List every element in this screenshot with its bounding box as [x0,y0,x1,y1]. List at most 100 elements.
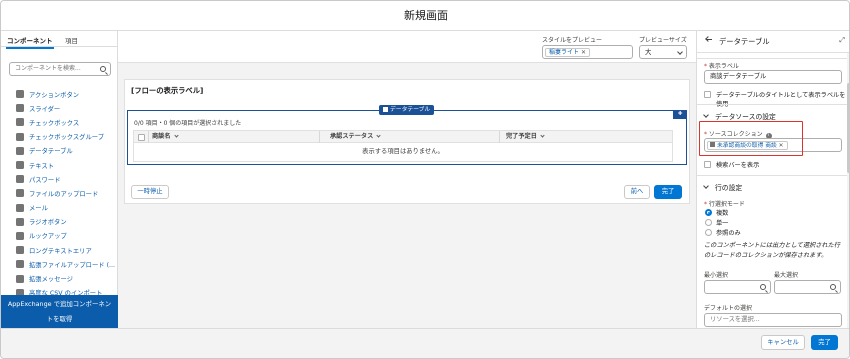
component-item-datatable[interactable]: データテーブル [16,144,116,158]
datatable-preview: 商談名 承認ステータス 完了予定日 表示する項目はありません。 [133,130,673,162]
email-icon [16,203,24,212]
show-search-checkbox[interactable] [704,161,711,168]
search-icon [830,284,836,290]
component-item-file-upload[interactable]: ファイルのアップロード [16,186,116,200]
component-item-long-text-area[interactable]: ロングテキストエリア [16,243,116,257]
back-arrow-icon[interactable] [706,39,712,40]
component-item-lookup[interactable]: ルックアップ [16,229,116,243]
chevron-down-icon [376,133,381,138]
preview-size-select[interactable]: 大 [639,45,687,59]
display-label-label: * 表示ラベル [704,63,739,70]
textarea-icon [16,246,24,255]
upload-icon [16,260,24,269]
modal-window: 新規画面 コンポーネント 項目 コンポーネントを検索... アクションボタン ス… [0,0,850,359]
component-item-action-button[interactable]: アクションボタン [16,87,116,101]
row-mode-multiple-radio[interactable] [705,209,712,216]
search-icon [760,284,766,290]
component-item-password[interactable]: パスワード [16,172,116,186]
button-icon [16,90,24,99]
max-select-input[interactable] [774,280,841,294]
modal-footer: キャンセル 完了 [1,328,849,358]
finish-button[interactable]: 完了 [654,185,682,199]
row-mode-readonly-label: 参照のみ [716,230,741,237]
datatable-component[interactable]: データテーブル ✚ 0/0 項目・0 個の項目が選択されました 商談名 承認ステ… [127,105,687,165]
tab-components[interactable]: コンポーネント [6,35,53,49]
modal-header: 新規画面 [1,1,849,31]
done-button[interactable]: 完了 [811,335,838,350]
preview-style-picker[interactable]: 稲妻ライト ✕ [542,45,633,59]
expand-icon[interactable]: ⤢ [839,36,845,45]
column-header-opportunity-name[interactable]: 商談名 [152,131,179,143]
select-all-checkbox[interactable] [138,134,145,141]
preview-style-label: スタイルをプレビュー [542,37,603,44]
row-mode-readonly-radio[interactable] [705,229,712,236]
component-item-checkbox[interactable]: チェックボックス [16,115,116,129]
previous-button[interactable]: 前へ [624,185,650,199]
row-mode-single-label: 単一 [716,220,729,227]
lookup-icon [16,231,24,240]
source-collection-highlight [699,121,803,156]
use-as-title-label: データテーブルのタイトルとして表示ラベルを使用 [716,92,846,108]
password-icon [16,175,24,184]
properties-header: データテーブル ⤢ [697,31,849,53]
max-select-label: 最大選択 [774,272,799,279]
component-item-checkbox-group[interactable]: チェックボックスグループ [16,130,116,144]
component-item-slider[interactable]: スライダー [16,101,116,115]
chevron-down-icon [677,49,683,55]
component-search-placeholder: コンポーネントを検索... [15,65,81,72]
table-header: 商談名 承認ステータス 完了予定日 [134,131,672,143]
checkbox-group-icon [16,132,24,141]
component-item-email[interactable]: メール [16,201,116,215]
component-search-input[interactable]: コンポーネントを検索... [9,62,111,76]
row-section-header[interactable]: 行の設定 [697,180,847,194]
selection-info: 0/0 項目・0 個の項目が選択されました [134,120,242,127]
table-icon [16,146,24,155]
tab-fields[interactable]: 項目 [65,35,78,45]
preview-style-pill[interactable]: 稲妻ライト ✕ [545,48,591,57]
component-list: アクションボタン スライダー チェックボックス チェックボックスグループ データ… [16,87,116,300]
use-as-title-checkbox[interactable] [704,91,711,98]
component-item-extended-file-upload[interactable]: 拡張ファイルアップロード (... [16,257,116,271]
component-item-radio-button[interactable]: ラジオボタン [16,215,116,229]
output-note: このコンポーネントには出力として選択された行のレコードのコレクションが保存されま… [704,242,840,259]
properties-panel: データテーブル ⤢ * 表示ラベル 商談データテーブル データテーブルのタイトル… [696,31,849,328]
default-select-label: デフォルトの選択 [704,305,753,312]
flow-label[interactable]: [フローの表示ラベル] [131,86,203,96]
checkbox-icon [16,118,24,127]
min-select-label: 最小選択 [704,272,729,279]
column-header-approval-status[interactable]: 承認ステータス [330,131,381,143]
appexchange-link[interactable]: AppExchange で追加コンポーネン トを取得 [1,295,118,328]
chevron-down-icon [540,133,545,138]
empty-message: 表示する項目はありません。 [362,148,444,155]
radio-icon [16,217,24,226]
text-icon [16,161,24,170]
components-panel: コンポーネント 項目 コンポーネントを検索... アクションボタン スライダー … [1,31,118,328]
modal-title: 新規画面 [404,9,448,22]
row-mode-single-radio[interactable] [705,219,712,226]
screen-canvas: [フローの表示ラベル] データテーブル ✚ 0/0 項目・0 個の項目が選択され… [124,79,690,204]
component-actions-icon[interactable]: ✚ [673,110,687,119]
default-select-input[interactable]: リソースを選択... [704,313,842,327]
chevron-down-icon [173,133,179,138]
slider-icon [16,104,24,113]
preview-size-label: プレビューサイズ [639,37,687,44]
display-label-input[interactable]: 商談データテーブル [704,70,842,84]
components-tabs: コンポーネント 項目 [1,31,117,49]
row-mode-multiple-label: 複数 [716,210,729,217]
preview-toolbar: スタイルをプレビュー 稲妻ライト ✕ プレビューサイズ 大 [118,31,696,63]
screen-canvas-area: スタイルをプレビュー 稲妻ライト ✕ プレビューサイズ 大 [フローの表示ラベル]… [118,31,696,328]
component-item-extended-message[interactable]: 拡張メッセージ [16,271,116,285]
column-header-close-date[interactable]: 完了予定日 [506,131,545,143]
upload-icon [16,189,24,198]
search-icon [100,66,106,72]
pause-button[interactable]: 一時停止 [131,185,169,199]
show-search-label: 検索バーを表示 [716,162,760,169]
min-select-input[interactable] [704,280,771,294]
table-icon [383,106,388,112]
component-item-text[interactable]: テキスト [16,158,116,172]
row-selection-mode-label: * 行選択モード [704,201,745,208]
close-icon[interactable]: ✕ [581,49,586,56]
chevron-down-icon [703,183,709,189]
cancel-button[interactable]: キャンセル [761,335,805,350]
chevron-down-icon [703,112,709,118]
